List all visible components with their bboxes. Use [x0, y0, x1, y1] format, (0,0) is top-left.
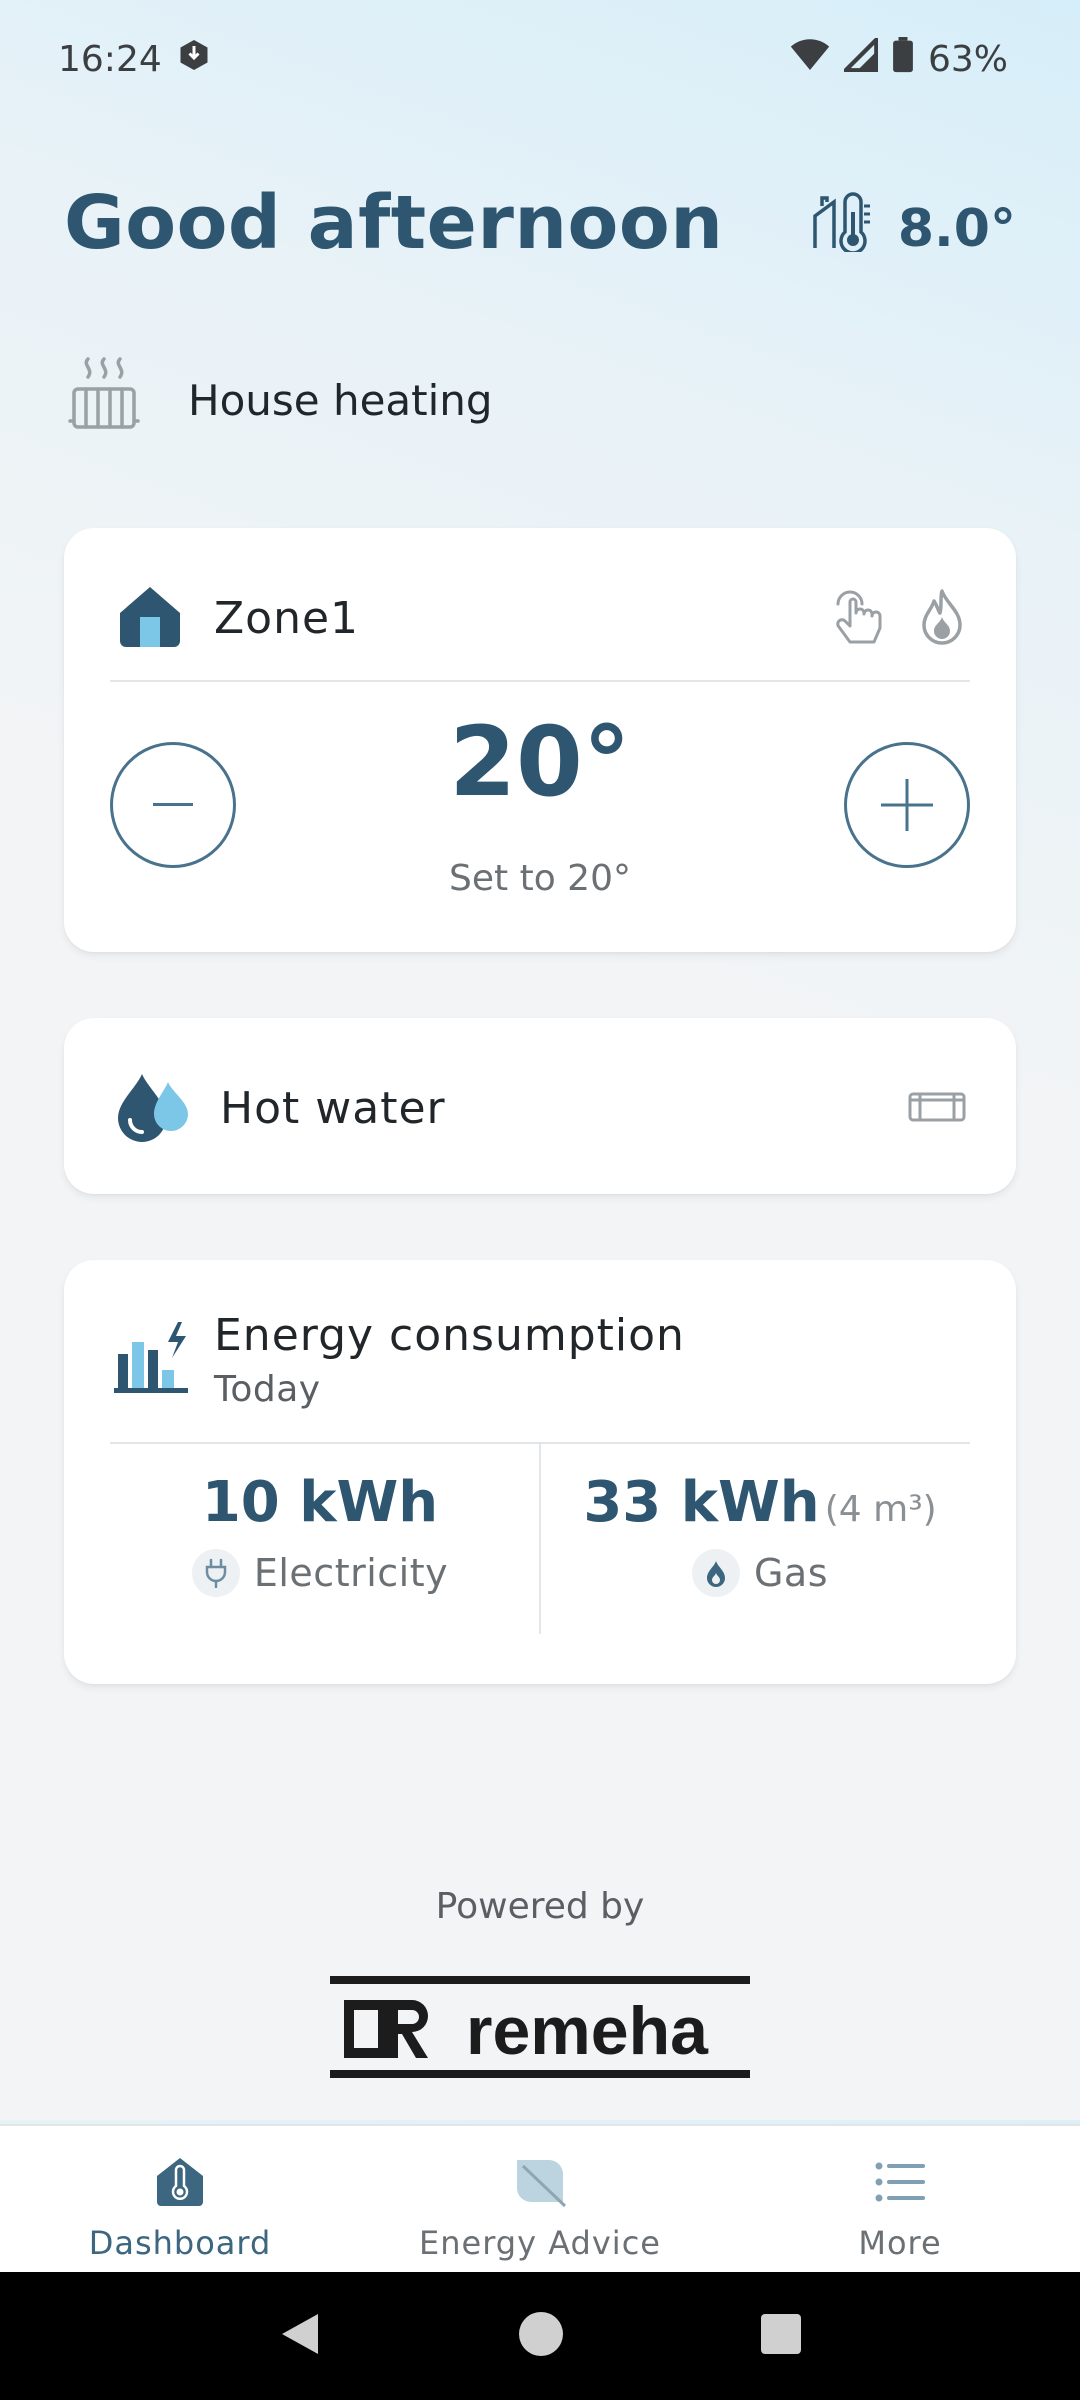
nav-more-label: More — [858, 2224, 942, 2262]
back-icon[interactable] — [278, 2310, 322, 2362]
radiator-icon — [68, 355, 140, 445]
outdoor-temp-value: 8.0° — [897, 198, 1016, 259]
home-button-icon[interactable] — [517, 2310, 565, 2362]
nav-energy-advice-label: Energy Advice — [419, 2224, 661, 2262]
gas-value: 33 kWh — [583, 1470, 820, 1535]
home-icon — [116, 583, 184, 653]
notification-icon — [176, 37, 212, 82]
gas-volume: (4 m³) — [824, 1489, 937, 1530]
bottom-navigation: Dashboard Energy Advice More — [0, 2124, 1080, 2272]
battery-percent: 63% — [927, 38, 1008, 80]
energy-consumption-card[interactable]: Energy consumption Today 10 kWh Electric… — [64, 1260, 1016, 1684]
list-icon — [873, 2156, 927, 2216]
nav-energy-advice[interactable]: Energy Advice — [360, 2126, 720, 2272]
remeha-logo: remeha — [330, 1972, 750, 2082]
thermometer-icon — [153, 2156, 207, 2216]
outdoor-thermometer-icon — [812, 192, 876, 265]
nav-dashboard[interactable]: Dashboard — [0, 2126, 360, 2272]
zone-divider — [110, 680, 970, 682]
hot-water-label: Hot water — [220, 1082, 446, 1134]
status-bar: 16:24 63% — [0, 0, 1080, 118]
signal-icon — [840, 34, 879, 81]
plug-icon — [191, 1549, 240, 1597]
gas-label: Gas — [753, 1551, 829, 1595]
electricity-summary: 10 kWh Electricity — [110, 1470, 530, 1597]
hot-water-card[interactable]: Hot water — [64, 1018, 1016, 1194]
system-navigation-bar — [0, 2272, 1080, 2400]
energy-chart-icon — [114, 1320, 188, 1400]
powered-by-text: Powered by — [435, 1886, 645, 1927]
brand-text: remeha — [466, 1993, 709, 2069]
zone-card[interactable]: Zone1 20° Set to 20° — [64, 528, 1016, 952]
zone-header: Zone1 — [116, 582, 964, 654]
zone-setpoint: Set to 20° — [449, 858, 631, 899]
house-heating-row[interactable]: House heating — [68, 355, 493, 445]
wifi-icon — [790, 37, 830, 82]
water-drops-icon — [114, 1068, 192, 1148]
energy-title: Energy consumption — [214, 1310, 685, 1361]
battery-icon — [892, 36, 914, 82]
increase-temperature-button[interactable] — [844, 742, 970, 868]
flame-icon — [920, 587, 964, 649]
tank-icon — [908, 1088, 966, 1128]
zone-name: Zone1 — [214, 592, 360, 644]
energy-period: Today — [214, 1369, 321, 1410]
gas-flame-icon — [691, 1549, 740, 1597]
energy-vertical-divider — [539, 1444, 541, 1634]
gas-summary: 33 kWh (4 m³) Gas — [550, 1470, 970, 1597]
outdoor-temperature[interactable]: 8.0° — [812, 192, 1016, 265]
leaf-icon — [513, 2156, 567, 2216]
plus-icon — [881, 779, 933, 831]
house-heating-label: House heating — [188, 375, 493, 425]
recents-icon[interactable] — [760, 2313, 802, 2359]
page-title: Good afternoon — [64, 180, 724, 266]
electricity-value: 10 kWh — [201, 1470, 439, 1535]
nav-more[interactable]: More — [720, 2126, 1080, 2272]
electricity-label: Electricity — [253, 1551, 449, 1595]
manual-mode-icon — [832, 586, 886, 650]
nav-dashboard-label: Dashboard — [88, 2224, 272, 2262]
status-time: 16:24 — [58, 38, 162, 80]
